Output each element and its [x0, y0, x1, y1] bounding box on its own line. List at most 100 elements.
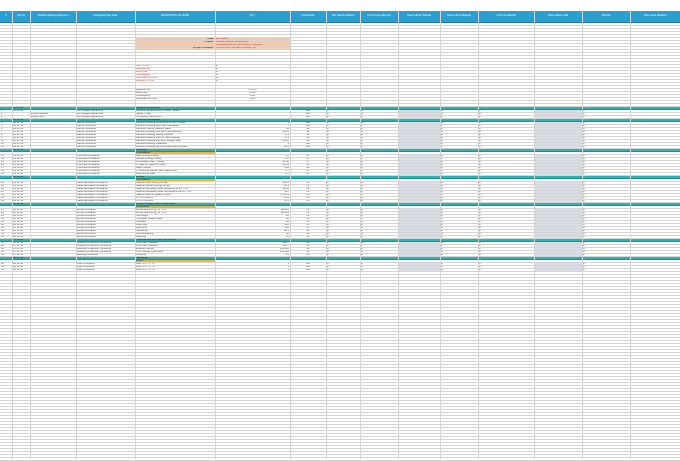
cost-cell[interactable]: $	[479, 224, 533, 226]
description[interactable]: Foundation wall 7' height	[136, 161, 214, 163]
row-number[interactable]: 31	[1, 221, 11, 223]
description[interactable]: Steel at foundation wall horizontal #4 a…	[136, 191, 214, 193]
cost-cell[interactable]: $	[361, 173, 397, 175]
cost-cell[interactable]: $	[583, 161, 629, 163]
cost-cell[interactable]: $	[361, 155, 397, 157]
cost-cell[interactable]: $	[479, 191, 533, 193]
csi-code[interactable]: 02 41 19	[13, 137, 29, 139]
description[interactable]: Remove existing ceiling finishes	[136, 134, 214, 136]
row-number[interactable]: 13	[1, 155, 11, 157]
subtotal[interactable]: $	[327, 191, 359, 193]
csi-code[interactable]: 06 11 00	[13, 224, 29, 226]
section-title[interactable]: Concrete	[136, 149, 214, 151]
drawing-reference[interactable]	[31, 248, 75, 250]
quantity[interactable]	[216, 116, 289, 118]
cost-cell[interactable]: $	[479, 242, 533, 244]
unit[interactable]: SF	[291, 251, 325, 253]
drawing-reference[interactable]	[31, 218, 75, 220]
drawing-reference[interactable]	[31, 200, 75, 202]
csi-code[interactable]: 06 11 00	[13, 218, 29, 220]
description[interactable]: Door 3'-0" x 7'-0"	[136, 269, 214, 271]
csi-code[interactable]: 05 12 00	[13, 188, 29, 190]
cost-cell[interactable]: $	[479, 137, 533, 139]
cost-cell[interactable]: $	[441, 122, 477, 124]
description[interactable]: General Requirements & Bear Trades	[136, 110, 214, 112]
drawing-reference[interactable]	[31, 146, 75, 148]
cost-cell[interactable]: $	[361, 269, 397, 271]
quantity[interactable]: 23.13	[216, 164, 290, 166]
row-number[interactable]: 42	[1, 263, 11, 265]
row-number[interactable]: 29	[1, 215, 11, 217]
subsection-title[interactable]: Foundation	[136, 179, 214, 181]
row-number[interactable]: 11	[1, 143, 11, 145]
quantity[interactable]: 10.5	[216, 146, 289, 148]
drawing-reference[interactable]	[31, 161, 75, 163]
cost-cell[interactable]: $	[583, 128, 629, 130]
drawing-reference[interactable]	[31, 230, 75, 232]
cost-cell[interactable]: $	[479, 164, 533, 166]
cost-cell[interactable]: $	[441, 227, 477, 229]
rate-value[interactable]: 0.025	[216, 92, 289, 94]
cost-cell[interactable]: $	[479, 182, 533, 184]
row-number[interactable]: 26	[1, 200, 11, 202]
unit[interactable]: SF	[291, 242, 325, 244]
cost-cell[interactable]: $	[361, 131, 397, 133]
row-number[interactable]: 28	[1, 212, 11, 214]
cost-cell[interactable]: $	[583, 131, 629, 133]
cost-cell[interactable]: $	[479, 140, 533, 142]
cost-cell[interactable]: $	[441, 248, 477, 250]
row-number[interactable]: 34	[1, 230, 11, 232]
cost-cell[interactable]: $	[479, 134, 533, 136]
cost-cell[interactable]: $	[479, 266, 533, 268]
quantity[interactable]: 1	[216, 263, 289, 265]
sub-trade[interactable]: Wood contractor	[77, 230, 134, 232]
description[interactable]: Remove existing doors and hardware	[136, 125, 214, 127]
subtotal[interactable]: $	[327, 254, 359, 256]
unit[interactable]: SF	[291, 131, 325, 133]
project-info-label[interactable]: Project Location:	[136, 47, 214, 49]
cost-cell[interactable]: $	[441, 185, 477, 187]
cost-cell[interactable]: $	[583, 170, 629, 172]
cost-cell[interactable]: $	[361, 137, 397, 139]
subtotal[interactable]: $	[327, 236, 359, 238]
cost-cell[interactable]: $	[441, 188, 477, 190]
drawing-reference[interactable]	[31, 251, 75, 253]
cost-cell[interactable]: $	[479, 155, 533, 157]
unit[interactable]: EA	[291, 146, 325, 148]
description[interactable]: Steel at Bay Footing W/ Ea	[136, 182, 214, 184]
subtotal[interactable]: $	[327, 245, 359, 247]
quantity[interactable]: 11.5	[216, 197, 289, 199]
csi-code[interactable]: 03 30 00	[13, 155, 29, 157]
unit[interactable]: SF	[291, 140, 325, 142]
cost-cell[interactable]: $	[583, 185, 629, 187]
csi-code[interactable]: 06 11 00	[13, 215, 29, 217]
cost-cell[interactable]: $	[361, 182, 397, 184]
cost-cell[interactable]: $	[583, 209, 629, 211]
drawing-reference[interactable]	[31, 131, 75, 133]
drawing-reference[interactable]	[31, 170, 75, 172]
cost-cell[interactable]: $	[361, 170, 397, 172]
cost-cell[interactable]: $	[361, 209, 397, 211]
drawing-reference[interactable]	[31, 167, 75, 169]
drawing-reference[interactable]	[31, 191, 75, 193]
sub-trade[interactable]: Steel fabrication contractor	[77, 188, 134, 190]
subtotal[interactable]: $	[327, 164, 359, 166]
description[interactable]: 4 x 4 L Column	[136, 197, 214, 199]
quantity[interactable]: 60	[216, 218, 289, 220]
subtotal[interactable]: $	[327, 230, 359, 232]
drawing-reference[interactable]	[31, 173, 75, 175]
csi-code[interactable]: 05 12 00	[13, 182, 29, 184]
csi-code[interactable]: 07 21 00	[13, 245, 29, 247]
sub-trade[interactable]: Door contractor	[77, 266, 134, 268]
cost-cell[interactable]: $	[583, 182, 629, 184]
section-title[interactable]: Wood, Plastics and Composites	[136, 203, 214, 205]
quantity[interactable]: 116.8	[216, 140, 289, 142]
quantity[interactable]: 1	[216, 266, 289, 268]
csi-code[interactable]: 02 41 19	[13, 143, 29, 145]
unit[interactable]: SF	[291, 137, 325, 139]
row-number[interactable]: 14	[1, 158, 11, 160]
row-number[interactable]: 39	[1, 248, 11, 250]
unit[interactable]: SF	[291, 245, 325, 247]
quantity[interactable]: 84	[216, 128, 289, 130]
unit[interactable]: EA	[291, 122, 325, 124]
